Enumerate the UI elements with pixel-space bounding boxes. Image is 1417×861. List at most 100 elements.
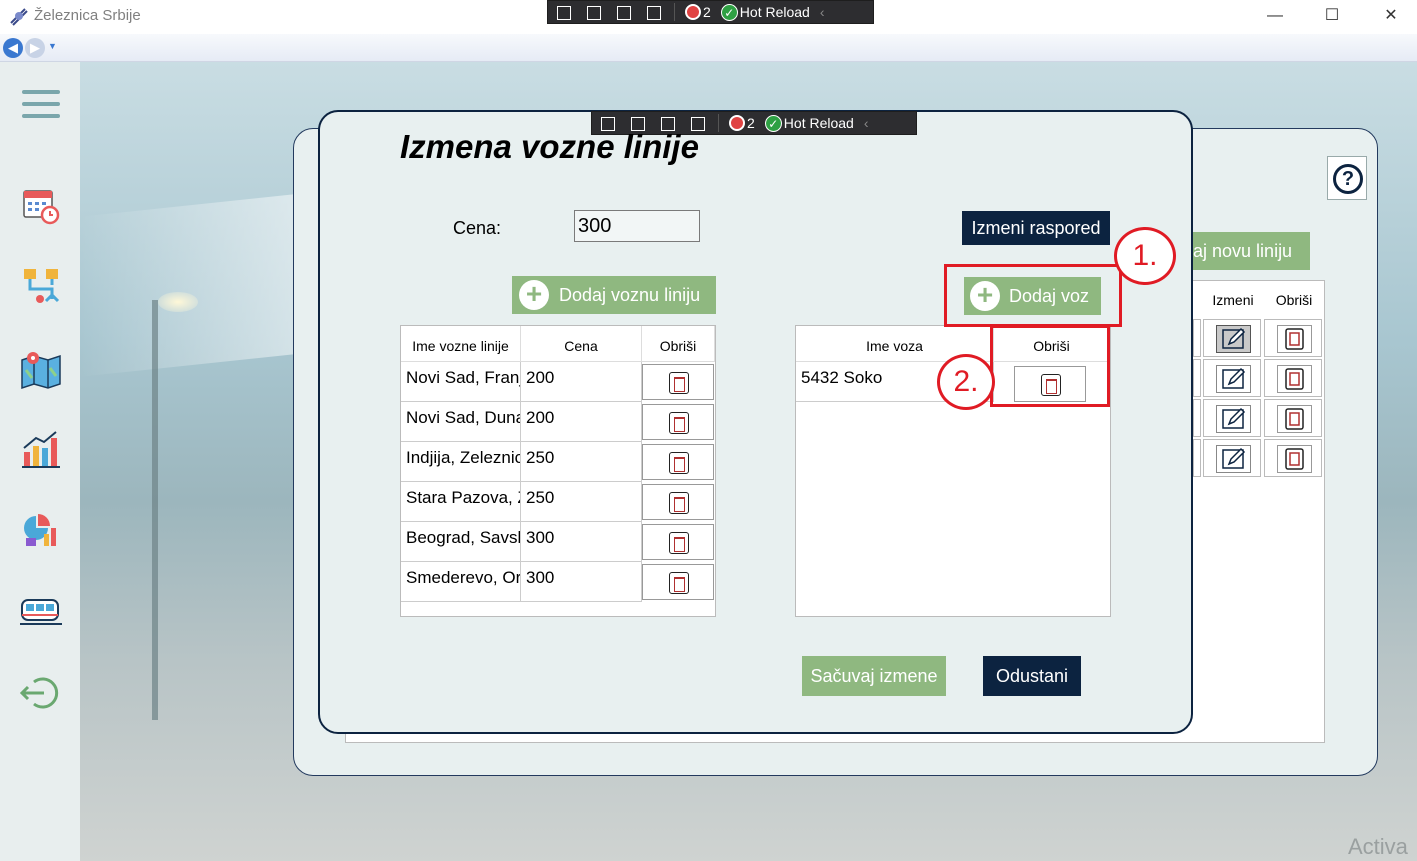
map-icon[interactable] (20, 348, 62, 390)
error-icon (729, 115, 745, 131)
help-button[interactable]: ? (1327, 156, 1367, 200)
forward-arrow-icon[interactable]: ▶ (25, 38, 45, 58)
column-header-price: Cena (521, 326, 642, 362)
dialog-title: Izmena vozne linije (400, 128, 699, 165)
save-changes-button[interactable]: Sačuvaj izmene (802, 656, 946, 696)
delete-line-button[interactable] (642, 444, 714, 480)
help-icon: ? (1333, 164, 1363, 194)
hot-reload-status[interactable]: ✓ Hot Reload (720, 3, 810, 21)
track-focus-icon[interactable] (644, 3, 664, 21)
trash-icon (669, 372, 689, 394)
chart-icon[interactable] (20, 428, 62, 470)
close-button[interactable]: ✕ (1376, 4, 1406, 28)
delete-line-button[interactable] (1277, 405, 1312, 433)
edit-cell (1203, 359, 1261, 397)
maximize-button[interactable]: ☐ (1317, 4, 1347, 28)
background-lamp (158, 292, 198, 312)
annotation-marker-2: 2. (937, 354, 995, 410)
edit-line-button[interactable] (1216, 325, 1251, 353)
edit-icon (1222, 327, 1246, 349)
trash-icon (669, 492, 689, 514)
hot-reload-status[interactable]: ✓ Hot Reload (764, 114, 854, 132)
column-header-line-name: Ime vozne linije (401, 326, 521, 362)
add-new-line-button[interactable]: daj novu liniju (1175, 232, 1310, 270)
minimize-button[interactable]: — (1260, 4, 1290, 28)
plus-icon: + (519, 280, 549, 310)
hot-reload-label: Hot Reload (739, 4, 810, 20)
line-name-cell: Novi Sad, Duna (401, 402, 521, 442)
column-header-obrisi: Obriši (1275, 292, 1313, 308)
line-name-cell: Beograd, Savsk (401, 522, 521, 562)
hot-reload-label: Hot Reload (783, 115, 854, 131)
cancel-button[interactable]: Odustani (983, 656, 1081, 696)
line-row-cell (1193, 399, 1201, 437)
edit-cell (1203, 319, 1261, 357)
edit-line-button[interactable] (1216, 365, 1251, 393)
delete-cell (1264, 359, 1322, 397)
trash-icon (1285, 408, 1304, 430)
annotation-marker-1: 1. (1114, 227, 1176, 285)
trash-icon (1285, 448, 1304, 470)
edit-line-button[interactable] (1216, 445, 1251, 473)
annotation-box-add-train (944, 264, 1122, 327)
delete-line-button[interactable] (1277, 325, 1312, 353)
delete-line-button[interactable] (642, 484, 714, 520)
trash-icon (669, 532, 689, 554)
edit-cell (1203, 399, 1261, 437)
check-icon: ✓ (720, 3, 738, 21)
line-price-cell: 300 (521, 522, 642, 562)
activate-watermark: Activa (1348, 834, 1408, 859)
calendar-icon[interactable] (20, 185, 62, 227)
edit-icon (1222, 367, 1246, 389)
navigation-bar: ◀ ▶ ▼ (0, 34, 1417, 62)
trash-icon (669, 452, 689, 474)
binding-errors-badge[interactable]: 2 (685, 4, 711, 20)
layout-adorner-icon[interactable] (614, 3, 634, 21)
delete-line-button[interactable] (1277, 365, 1312, 393)
train-logo-icon (10, 8, 28, 26)
window-title: Železnica Srbije (34, 7, 141, 24)
edit-icon (1222, 447, 1246, 469)
line-price-cell: 300 (521, 562, 642, 602)
binding-errors-badge[interactable]: 2 (729, 115, 755, 131)
line-row-cell (1193, 319, 1201, 357)
change-schedule-button[interactable]: Izmeni raspored (962, 211, 1110, 245)
line-price-cell: 250 (521, 442, 642, 482)
hot-reload-toolbar-top: 2 ✓ Hot Reload ‹ (547, 0, 874, 24)
delete-line-button[interactable] (642, 564, 714, 600)
error-count: 2 (747, 115, 755, 131)
trash-icon (669, 572, 689, 594)
select-element-icon[interactable] (554, 3, 574, 21)
collapse-chevron-icon[interactable]: ‹ (864, 115, 869, 131)
edit-line-button[interactable] (1216, 405, 1251, 433)
train-icon[interactable] (20, 590, 62, 632)
history-dropdown-icon[interactable]: ▼ (48, 41, 57, 51)
line-name-cell: Stara Pazova, Z (401, 482, 521, 522)
line-name-cell: Smederevo, Or (401, 562, 521, 602)
price-input[interactable] (574, 210, 700, 242)
add-line-button[interactable]: + Dodaj voznu liniju (512, 276, 716, 314)
logout-icon[interactable] (20, 672, 62, 714)
trash-icon (669, 412, 689, 434)
menu-icon[interactable] (22, 90, 60, 120)
annotation-box-delete-train (990, 325, 1110, 407)
collapse-chevron-icon[interactable]: ‹ (820, 4, 825, 20)
line-row-cell (1193, 439, 1201, 477)
delete-line-button[interactable] (642, 524, 714, 560)
line-row-cell (1193, 359, 1201, 397)
route-icon[interactable] (20, 265, 62, 307)
line-price-cell: 250 (521, 482, 642, 522)
delete-cell (1264, 439, 1322, 477)
edit-cell (1203, 439, 1261, 477)
edit-icon (1222, 407, 1246, 429)
pie-chart-icon[interactable] (20, 508, 62, 550)
pointer-icon[interactable] (584, 3, 604, 21)
delete-line-button[interactable] (642, 404, 714, 440)
check-icon: ✓ (764, 114, 782, 132)
back-arrow-icon[interactable]: ◀ (3, 38, 23, 58)
delete-line-button[interactable] (1277, 445, 1312, 473)
delete-cell (1264, 399, 1322, 437)
delete-line-button[interactable] (642, 364, 714, 400)
column-header-delete: Obriši (642, 326, 715, 362)
trash-icon (1285, 368, 1304, 390)
